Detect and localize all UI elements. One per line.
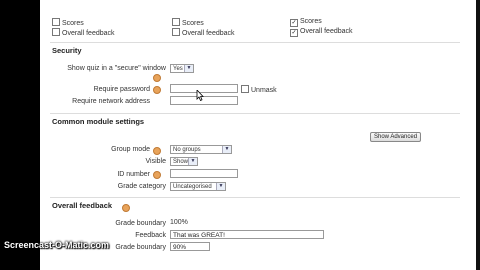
security-heading: Security bbox=[52, 46, 82, 55]
grade-boundary-label: Grade boundary bbox=[115, 220, 166, 227]
mouse-pointer-icon bbox=[196, 90, 204, 101]
grade-category-select[interactable]: Uncategorised ▼ bbox=[170, 182, 226, 191]
grade-category-label: Grade category bbox=[117, 183, 166, 190]
grade-boundary-top-value: 100% bbox=[170, 219, 188, 226]
chevron-down-icon: ▼ bbox=[184, 65, 193, 72]
checkbox-icon[interactable] bbox=[172, 28, 180, 36]
scrollbar[interactable] bbox=[476, 0, 480, 270]
secure-window-label: Show quiz in a "secure" window bbox=[67, 65, 166, 72]
section-divider bbox=[50, 113, 460, 114]
chevron-down-icon: ▼ bbox=[216, 183, 225, 190]
network-address-label: Require network address bbox=[72, 98, 150, 105]
unmask-checkbox[interactable]: Unmask bbox=[241, 85, 277, 95]
checkbox-icon[interactable] bbox=[172, 18, 180, 26]
checkmark-icon[interactable]: ✓ bbox=[290, 19, 298, 27]
review-scores-checkbox-2[interactable]: Scores bbox=[172, 18, 204, 28]
help-icon[interactable] bbox=[153, 147, 161, 155]
help-icon[interactable] bbox=[153, 86, 161, 94]
help-icon[interactable] bbox=[153, 74, 161, 82]
password-input[interactable] bbox=[170, 84, 238, 93]
checkbox-icon[interactable] bbox=[52, 18, 60, 26]
password-label: Require password bbox=[93, 86, 150, 93]
id-number-label: ID number bbox=[117, 171, 150, 178]
chevron-down-icon: ▼ bbox=[222, 146, 231, 153]
help-icon[interactable] bbox=[153, 171, 161, 179]
checkmark-icon[interactable]: ✓ bbox=[290, 29, 298, 37]
checkbox-icon[interactable] bbox=[52, 28, 60, 36]
quiz-settings-page: Scores Overall feedback Scores Overall f… bbox=[40, 0, 476, 270]
feedback-input[interactable]: That was GREAT! bbox=[170, 230, 324, 239]
show-advanced-button[interactable]: Show Advanced bbox=[370, 132, 422, 142]
visible-label: Visible bbox=[145, 158, 167, 165]
group-mode-select[interactable]: No groups ▼ bbox=[170, 145, 232, 154]
secure-window-select[interactable]: Yes ▼ bbox=[170, 64, 194, 73]
section-divider bbox=[50, 197, 460, 198]
review-feedback-checkbox-1[interactable]: Overall feedback bbox=[52, 28, 115, 38]
visible-select[interactable]: Show ▼ bbox=[170, 157, 198, 166]
review-scores-checkbox-1[interactable]: Scores bbox=[52, 18, 84, 28]
common-module-heading: Common module settings bbox=[52, 117, 145, 126]
section-divider bbox=[50, 42, 460, 43]
review-feedback-checkbox-3[interactable]: ✓ Overall feedback bbox=[290, 28, 353, 37]
chevron-down-icon: ▼ bbox=[188, 158, 197, 165]
review-feedback-checkbox-2[interactable]: Overall feedback bbox=[172, 28, 235, 38]
network-address-input[interactable] bbox=[170, 96, 238, 105]
id-number-input[interactable] bbox=[170, 169, 238, 178]
feedback-label: Feedback bbox=[135, 232, 166, 239]
checkbox-icon[interactable] bbox=[241, 85, 249, 93]
watermark: Screencast-O-Matic.com bbox=[4, 240, 110, 250]
review-scores-checkbox-3[interactable]: ✓ Scores bbox=[290, 18, 322, 27]
help-icon[interactable] bbox=[122, 204, 130, 212]
grade-boundary-2-input[interactable]: 90% bbox=[170, 242, 210, 251]
overall-feedback-heading: Overall feedback bbox=[52, 201, 113, 210]
group-mode-label: Group mode bbox=[111, 146, 150, 153]
